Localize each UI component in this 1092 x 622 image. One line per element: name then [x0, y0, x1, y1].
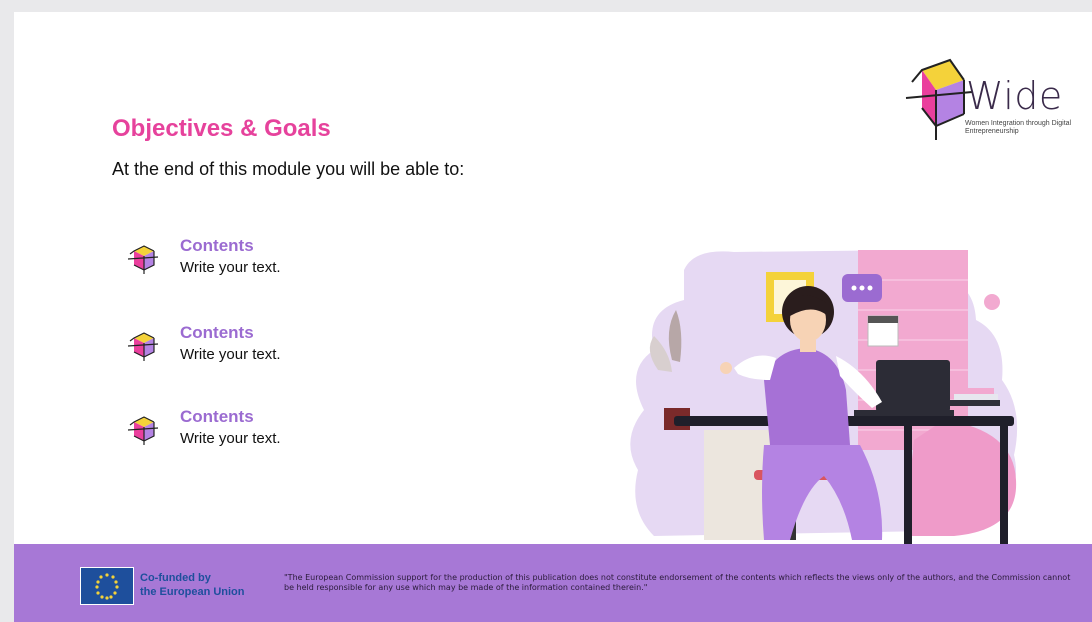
- cube-bullet-icon: [127, 332, 159, 361]
- slide-canvas: Wide Women Integration through Digital E…: [14, 12, 1092, 622]
- objective-heading: Contents: [180, 323, 254, 342]
- cofunded-line-2: the European Union: [140, 586, 245, 598]
- logo-wordmark: Wide: [966, 74, 1063, 118]
- cofunded-label: Co-funded by the European Union: [140, 571, 245, 599]
- objective-heading: Contents: [180, 236, 254, 255]
- page-title: Objectives & Goals: [112, 115, 331, 142]
- page-subtitle: At the end of this module you will be ab…: [112, 159, 465, 179]
- objective-text: Write your text.: [180, 346, 281, 363]
- cofunded-line-1: Co-funded by: [140, 572, 211, 584]
- objective-item: Contents Write your text.: [126, 323, 426, 373]
- logo-tagline: Women Integration through Digital Entrep…: [965, 120, 1072, 135]
- objective-heading: Contents: [180, 407, 254, 426]
- footer-bar: Co-funded by the European Union "The Eur…: [14, 544, 1092, 622]
- cube-bullet-icon: [127, 245, 159, 274]
- woman-at-desk-illustration: [630, 250, 1018, 546]
- objective-text: Write your text.: [180, 430, 281, 447]
- eu-flag-icon: [80, 567, 134, 605]
- objective-text: Write your text.: [180, 259, 281, 276]
- cube-bullet-icon: [127, 416, 159, 445]
- eu-disclaimer: "The European Commission support for the…: [284, 573, 1071, 592]
- objective-item: Contents Write your text.: [126, 407, 426, 457]
- objective-item: Contents Write your text.: [126, 236, 426, 286]
